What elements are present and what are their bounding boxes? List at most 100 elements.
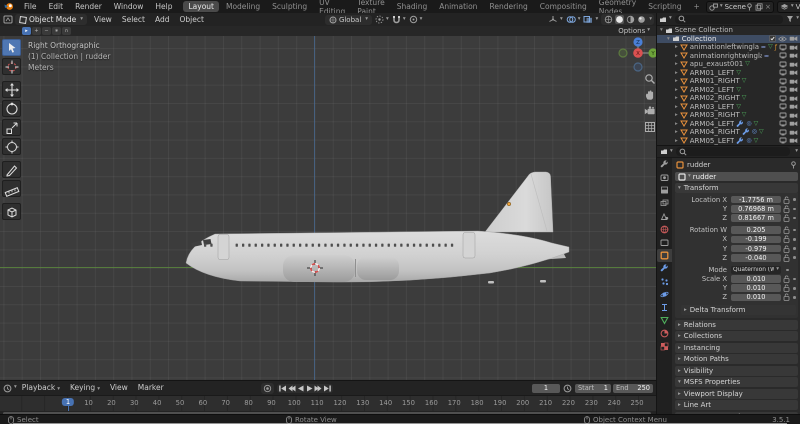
panel-instancing[interactable]: ▸ Instancing [675,342,798,353]
viewport-menu-object[interactable]: Object [175,15,209,24]
disable-viewport-icon[interactable] [779,44,787,51]
workspace-tab-animation[interactable]: Animation [434,1,482,12]
properties-tab-world[interactable] [657,223,672,236]
camera-view-icon[interactable] [644,105,656,117]
properties-search-input[interactable] [675,147,791,156]
disable-render-icon[interactable] [789,69,798,76]
current-frame-field[interactable]: 1 [532,383,560,393]
tool-annotate[interactable] [2,161,21,178]
properties-tab-data[interactable] [657,314,672,327]
outliner-row[interactable]: ▸ apu_exaust001 ▽ [657,60,800,69]
perspective-toggle-icon[interactable] [644,121,656,133]
animate-dot[interactable] [793,198,796,201]
panel-delta-transform[interactable]: ▸ Delta Transform [681,305,796,316]
select-mode-2[interactable]: − [42,27,51,35]
navigation-gizmo[interactable]: Z Y X [612,36,656,76]
properties-tab-render[interactable] [657,171,672,184]
properties-tab-particles[interactable] [657,275,672,288]
properties-tab-output[interactable] [657,184,672,197]
airplane-model[interactable] [178,163,578,293]
lock-icon[interactable] [783,196,790,204]
mode-field[interactable]: Quaternion (WXYZ)▾ [731,266,781,274]
outliner-row[interactable]: ▸ ARM02_RIGHT ▽ [657,94,800,103]
toggle-xray-button[interactable]: ▾ [583,15,598,24]
outliner-row[interactable]: ▸ ARM01_LEFT ▽ [657,69,800,78]
current-frame-marker[interactable]: 1 [61,398,75,406]
panel-relations[interactable]: ▸ Relations [675,319,798,330]
pan-view-icon[interactable] [644,89,656,101]
auto-keyframe-button[interactable] [260,382,274,394]
panel-viewport-display[interactable]: ▸ Viewport Display [675,388,798,399]
disable-render-icon[interactable] [789,95,798,102]
pin-icon[interactable] [790,160,797,169]
animate-dot[interactable] [793,207,796,211]
disable-viewport-icon[interactable] [779,61,787,68]
viewport-menu-add[interactable]: Add [150,15,175,24]
outliner-row[interactable]: ▸ animationrightwinglanding001 ≈ [657,52,800,61]
z-field[interactable]: 0.81667 m [731,214,781,222]
editor-type-icon[interactable] [3,15,13,24]
disable-render-icon[interactable] [789,112,798,119]
timeline-editor-icon[interactable] [3,384,12,393]
y-field[interactable]: 0.010 [731,284,781,292]
workspace-tab-sculpting[interactable]: Sculpting [267,1,312,12]
properties-options-icon[interactable]: ▾ [795,148,798,155]
disable-render-icon[interactable] [789,129,798,136]
workspace-tab-modeling[interactable]: Modeling [221,1,265,12]
shading-wire-icon[interactable] [604,15,613,24]
outliner-row[interactable]: ▸ animationleftwinglanding ≈▽ƒ [657,43,800,52]
z-field[interactable]: 0.010 [731,293,781,301]
outliner-row[interactable]: ▸ ARM03_LEFT ▽ [657,103,800,112]
panel-line-art[interactable]: ▸ Line Art [675,400,798,411]
animate-dot[interactable] [793,228,796,232]
lock-icon[interactable] [783,254,790,262]
workspace-tab-shading[interactable]: Shading [392,1,432,12]
play-reverse-button[interactable] [296,384,305,393]
tool-add-cube[interactable] [2,203,21,220]
disable-viewport-icon[interactable] [779,120,787,127]
animate-dot[interactable] [786,268,789,272]
disable-render-icon[interactable] [789,44,798,51]
disable-viewport-icon[interactable] [779,78,787,85]
disable-viewport-icon[interactable] [779,112,787,119]
workspace-tab-layout[interactable]: Layout [183,1,219,12]
viewport-3d[interactable]: Right Orthographic (1) Collection | rudd… [0,36,656,380]
pin-icon[interactable] [746,2,753,11]
animate-dot[interactable] [793,247,796,250]
disable-render-icon[interactable] [789,103,798,110]
properties-tab-constraints[interactable] [657,301,672,314]
properties-tab-modifiers[interactable] [657,262,672,275]
properties-tab-scene[interactable] [657,210,672,223]
viewport-shading-group[interactable]: ▾ [601,14,654,25]
breadcrumb-object[interactable]: rudder [687,161,710,169]
jump-end-button[interactable] [323,384,332,393]
options-dropdown[interactable]: Options ▾ [618,27,650,35]
tool-cursor[interactable] [2,58,21,75]
properties-tab-view-layer[interactable] [657,197,672,210]
disable-render-icon[interactable] [789,137,798,144]
animate-dot[interactable] [793,287,796,290]
prev-keyframe-button[interactable] [287,384,296,393]
properties-editor-icon[interactable] [660,148,668,155]
keying-clock-icon[interactable] [563,384,572,393]
animate-dot[interactable] [793,277,796,281]
outliner-row[interactable]: ▸ ARM02_LEFT ▽ [657,86,800,95]
animate-dot[interactable] [793,238,796,241]
select-mode-3[interactable]: ∗ [52,27,61,35]
lock-icon[interactable] [783,275,790,283]
menu-help[interactable]: Help [149,2,178,11]
properties-tab-object[interactable] [657,249,672,262]
menu-edit[interactable]: Edit [43,2,70,11]
workspace-tab-rendering[interactable]: Rendering [484,1,532,12]
select-mode-1[interactable]: + [32,27,41,35]
outliner-row[interactable]: ▸ ARM04_RIGHT ◎ ▽ [657,128,800,137]
timeline-ruler[interactable]: 1 10 20 30 40 50 60 70 80 90 100 110 120 130 140 150 160… [0,396,656,416]
outliner-editor-icon[interactable] [659,16,667,23]
disable-render-icon[interactable] [789,35,798,42]
outliner-search-input[interactable] [674,14,784,24]
outliner-row[interactable]: ▸ ARM04_LEFT ◎ ▽ [657,120,800,129]
tool-measure[interactable] [2,180,21,197]
select-mode-4[interactable]: ∩ [62,27,71,35]
snap-magnet-button[interactable]: ▾ [392,15,406,24]
viewlayer-selector[interactable]: ▾ ViewLayer × [776,0,800,13]
